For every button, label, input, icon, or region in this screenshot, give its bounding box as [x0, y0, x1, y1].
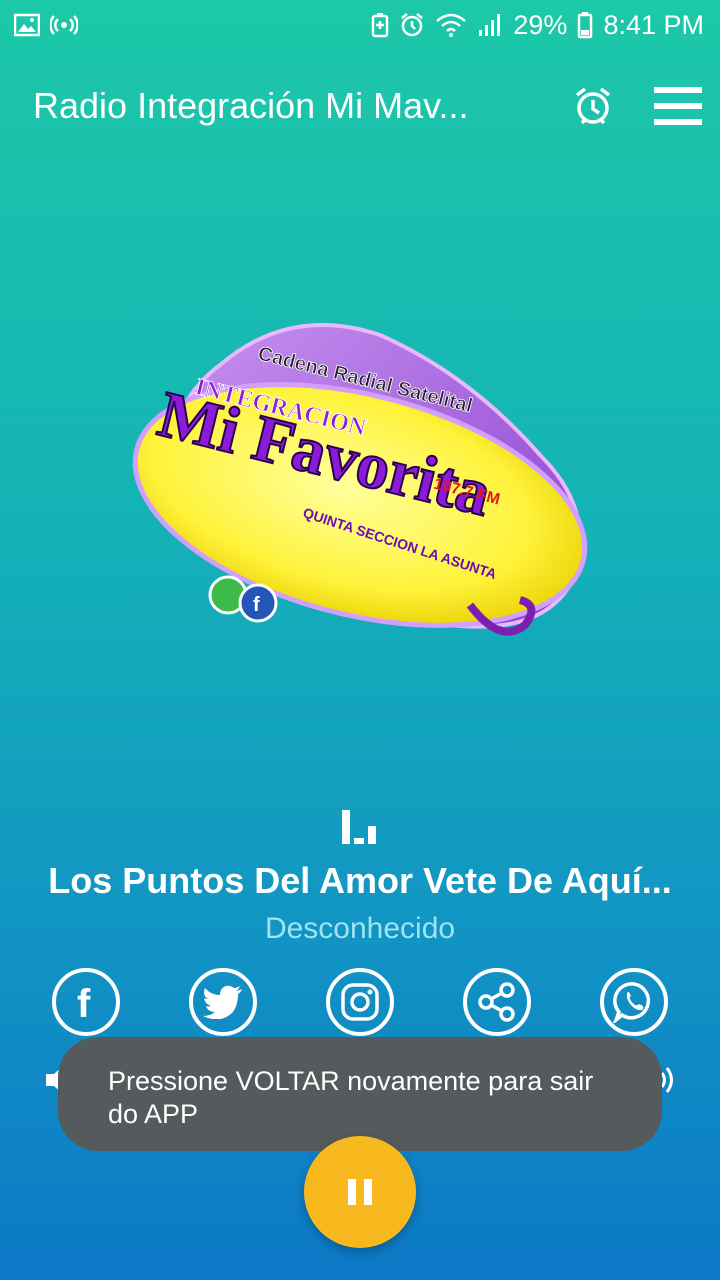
status-left	[14, 13, 78, 37]
signal-icon	[479, 14, 501, 36]
alarm-button[interactable]	[572, 85, 614, 127]
share-icon	[478, 982, 515, 1022]
battery-saver-icon	[372, 13, 389, 38]
hamburger-menu-icon	[654, 87, 702, 125]
twitter-button[interactable]	[189, 968, 257, 1036]
song-title: Los Puntos Del Amor Vete De Aquí...	[48, 860, 672, 901]
status-bar: 29% 8:41 PM	[0, 0, 720, 50]
social-bar: f	[52, 968, 668, 1040]
facebook-button[interactable]: f	[52, 968, 120, 1036]
battery-percent: 29%	[513, 9, 568, 40]
alarm-icon	[401, 13, 424, 37]
image-icon	[14, 13, 40, 37]
toast-message: Pressione VOLTAR novamente para sair do …	[58, 1037, 662, 1151]
instagram-icon	[341, 983, 379, 1021]
svg-text:f: f	[253, 594, 260, 616]
app-title: Radio Integración Mi Mav...	[33, 85, 469, 126]
facebook-icon: f	[77, 982, 91, 1022]
status-right: 29% 8:41 PM	[371, 10, 704, 41]
equalizer-icon	[342, 810, 376, 844]
battery-icon	[578, 12, 593, 39]
station-logo: Cadena Radial Satelital INTEGRACION Mi F…	[120, 305, 600, 675]
instagram-button[interactable]	[326, 968, 394, 1036]
share-button[interactable]	[463, 968, 531, 1036]
whatsapp-button[interactable]	[600, 968, 668, 1036]
radio-broadcast-icon	[50, 15, 78, 35]
wifi-icon	[436, 13, 467, 37]
clock-time: 8:41 PM	[603, 9, 704, 40]
menu-button[interactable]	[654, 85, 702, 127]
artist-name: Desconhecido	[264, 912, 456, 945]
pause-icon	[348, 1179, 372, 1205]
twitter-icon	[203, 985, 242, 1019]
app-bar: Radio Integración Mi Mav...	[0, 62, 720, 150]
alarm-clock-icon	[575, 87, 611, 125]
pause-button[interactable]	[304, 1136, 416, 1248]
svg-text:f: f	[77, 982, 91, 1022]
whatsapp-icon	[613, 982, 651, 1023]
